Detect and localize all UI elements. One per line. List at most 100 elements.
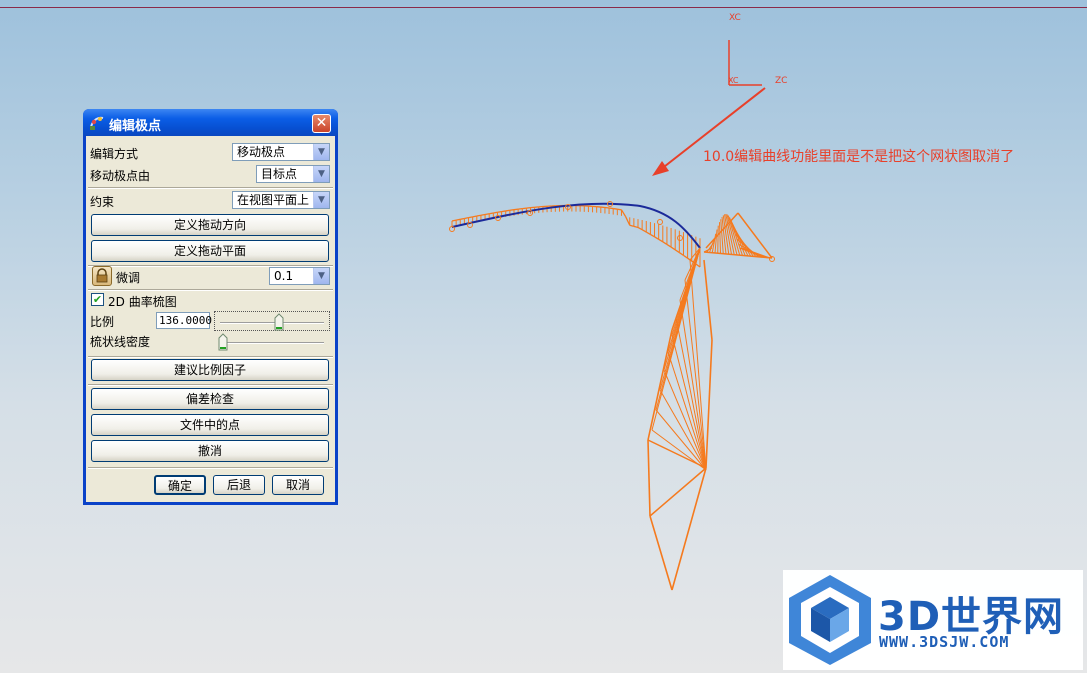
comb-envelope [464, 217, 469, 220]
watermark: 3D世界网 WWW.3DSJW.COM [783, 570, 1083, 670]
comb-envelope [456, 218, 461, 221]
edit-method-value: 移动极点 [237, 145, 286, 159]
cube-logo-icon [789, 575, 871, 665]
comb-envelope [645, 231, 651, 235]
comb-envelope [472, 215, 477, 218]
chevron-down-icon[interactable]: ▼ [313, 166, 329, 182]
edit-method-label: 编辑方式 [90, 147, 139, 161]
back-button[interactable]: 后退 [213, 475, 265, 495]
control-pole[interactable] [677, 235, 683, 241]
mesh-edge [675, 317, 707, 471]
fine-tune-lock-button[interactable] [92, 266, 112, 286]
scale-label: 比例 [90, 315, 115, 329]
scale-slider-focus [214, 311, 330, 331]
mesh-edge [679, 299, 707, 471]
mesh-edge [659, 389, 707, 471]
dialog-title: 编辑极点 [109, 119, 162, 134]
chevron-down-icon[interactable]: ▼ [313, 268, 329, 284]
comb-envelope [662, 241, 668, 246]
watermark-url: WWW.3DSJW.COM [879, 633, 1010, 651]
comb-envelope [654, 236, 660, 240]
comb-envelope [489, 212, 494, 215]
comb-envelope [641, 229, 647, 233]
separator [88, 467, 333, 469]
define-drag-direction-button[interactable]: 定义拖动方向 [91, 214, 329, 236]
comb-envelope [476, 214, 482, 217]
comb-envelope [633, 225, 639, 229]
comb-envelope [695, 263, 701, 268]
axis-label-xc-top: XC [729, 13, 741, 23]
constraint-value: 在视图平面上 [237, 193, 310, 207]
dialog-body: 编辑方式 移动极点 ▼ 移动极点由 目标点 ▼ 约束 在视图平面上 ▼ 定义拖动… [86, 136, 335, 502]
control-pole[interactable] [657, 219, 663, 225]
mesh-edge [649, 515, 673, 591]
edit-method-select[interactable]: 移动极点 ▼ [232, 143, 330, 161]
comb-envelope [468, 216, 473, 219]
define-drag-plane-button[interactable]: 定义拖动平面 [91, 240, 329, 262]
deviation-check-button[interactable]: 偏差检查 [91, 388, 329, 410]
comb-density-label: 梳状线密度 [90, 335, 151, 349]
scale-slider-track[interactable] [220, 322, 324, 324]
edit-pole-dialog: 编辑极点 ✕ 编辑方式 移动极点 ▼ 移动极点由 目标点 ▼ 约束 在视图平面上… [83, 109, 338, 505]
comb-envelope [518, 207, 523, 210]
comb-envelope [608, 207, 614, 210]
comb-envelope [617, 208, 622, 211]
mesh-edge [649, 467, 707, 517]
ok-button[interactable]: 确定 [154, 475, 206, 495]
undo-button[interactable]: 撤消 [91, 440, 329, 462]
scale-input[interactable]: 136.0000 [156, 312, 212, 329]
points-in-file-button[interactable]: 文件中的点 [91, 414, 329, 436]
curvature-comb [451, 204, 773, 268]
comb-tooth [717, 225, 719, 254]
lock-icon [96, 268, 108, 283]
mesh-edge [671, 467, 707, 591]
separator [88, 384, 333, 386]
suggest-scale-factor-button[interactable]: 建议比例因子 [91, 359, 329, 381]
fine-tune-value: 0.1 [274, 269, 294, 283]
dialog-titlebar[interactable]: 编辑极点 ✕ [83, 109, 338, 136]
mesh-edge [705, 339, 713, 469]
comb-envelope [460, 217, 465, 220]
comb-envelope [613, 207, 618, 210]
comb-envelope [674, 249, 680, 254]
separator [88, 187, 333, 189]
cancel-button[interactable]: 取消 [272, 475, 324, 495]
control-polygon-mesh [647, 247, 713, 591]
chevron-down-icon[interactable]: ▼ [313, 144, 329, 160]
comb-envelope [497, 210, 502, 213]
comb-tooth [714, 229, 718, 254]
comb-envelope [629, 224, 635, 227]
move-pole-by-select[interactable]: 目标点 ▼ [256, 165, 330, 183]
comb-envelope [625, 216, 631, 226]
move-pole-by-label: 移动极点由 [90, 169, 151, 183]
constraint-select[interactable]: 在视图平面上 ▼ [232, 191, 330, 209]
curvature-comb-label: 2D 曲率梳图 [108, 295, 177, 309]
scale-slider-thumb[interactable] [274, 313, 284, 331]
comb-tooth [719, 222, 721, 254]
fine-tune-label: 微调 [116, 271, 141, 285]
axis-label-xc-small: XC [728, 76, 739, 85]
comb-envelope [683, 254, 688, 259]
pointer-arrowhead [652, 161, 669, 176]
comb-envelope [666, 243, 672, 248]
chevron-down-icon[interactable]: ▼ [313, 192, 329, 208]
comb-envelope [650, 233, 655, 238]
comb-density-slider-thumb[interactable] [218, 333, 228, 351]
comb-density-slider-track[interactable] [220, 342, 324, 344]
comb-envelope [505, 209, 510, 212]
comb-envelope [493, 211, 498, 214]
comb-envelope [637, 226, 643, 231]
comb-envelope [620, 209, 627, 217]
comb-envelope [670, 246, 676, 251]
curvature-comb-checkbox[interactable]: ✔ [91, 293, 104, 306]
fine-tune-select[interactable]: 0.1 ▼ [269, 267, 330, 285]
control-pole[interactable] [449, 226, 455, 232]
mesh-edge [684, 279, 707, 471]
annotation-text: 10.0编辑曲线功能里面是不是把这个网状图取消了 [703, 149, 1015, 165]
comb-envelope [501, 210, 506, 213]
separator [88, 356, 333, 358]
close-button[interactable]: ✕ [312, 114, 331, 133]
comb-envelope [509, 209, 515, 211]
separator [88, 289, 333, 291]
comb-envelope [604, 206, 610, 209]
